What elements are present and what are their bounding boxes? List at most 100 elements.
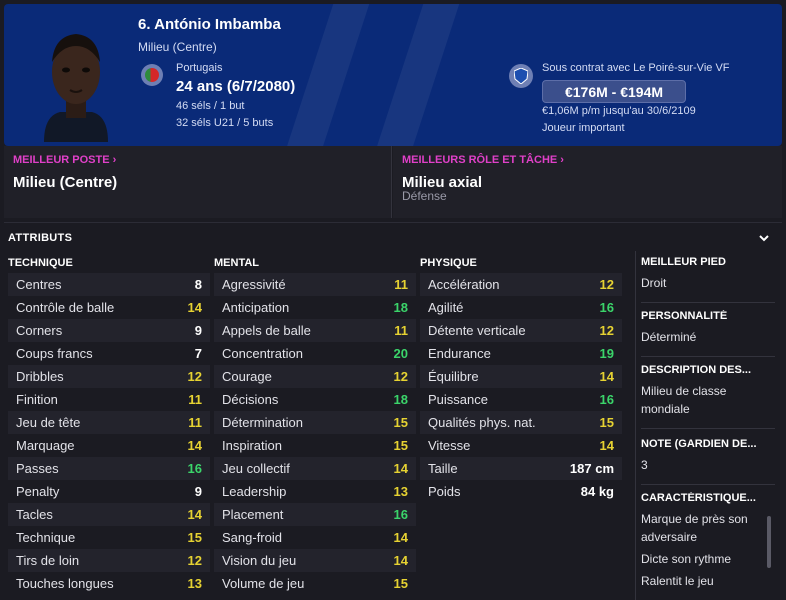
attribute-row[interactable]: Placement 16 [214, 503, 416, 526]
attribute-row[interactable]: Accélération 12 [420, 273, 622, 296]
attribute-value: 187 cm [569, 461, 614, 476]
attribute-row[interactable]: Poids 84 kg [420, 480, 622, 503]
attribute-row[interactable]: Touches longues 13 [8, 572, 210, 595]
attribute-value: 9 [194, 484, 202, 499]
attribute-row[interactable]: Qualités phys. nat. 15 [420, 411, 622, 434]
chevron-right-icon: › [560, 154, 564, 166]
attribute-row[interactable]: Inspiration 15 [214, 434, 416, 457]
attribute-label: Tirs de loin [16, 553, 80, 568]
best-role-link[interactable]: MEILLEURS RÔLE ET TÂCHE › [402, 154, 564, 166]
physical-header: PHYSIQUE [420, 257, 477, 269]
attribute-label: Jeu de tête [16, 415, 81, 430]
best-position-panel: MEILLEUR POSTE › Milieu (Centre) [4, 146, 392, 218]
attribute-value: 15 [393, 438, 408, 453]
attribute-value: 7 [194, 346, 202, 361]
attribute-row[interactable]: Contrôle de balle 14 [8, 296, 210, 319]
trait-item: Ralentit le jeu [641, 574, 714, 588]
attribute-row[interactable]: Endurance 19 [420, 342, 622, 365]
info-divider [641, 484, 775, 485]
attribute-row[interactable]: Détermination 15 [214, 411, 416, 434]
club-badge-icon[interactable] [509, 64, 533, 88]
attribute-value: 16 [187, 461, 202, 476]
attribute-label: Corners [16, 323, 63, 338]
squad-status: Joueur important [542, 122, 625, 134]
mental-header: MENTAL [214, 257, 260, 269]
attribute-row[interactable]: Courage 12 [214, 365, 416, 388]
traits-scrollbar[interactable] [767, 516, 771, 568]
transfer-value: €176M - €194M [542, 80, 686, 103]
attribute-row[interactable]: Anticipation 18 [214, 296, 416, 319]
best-role-duty: Défense [402, 189, 447, 203]
attribute-row[interactable]: Tirs de loin 12 [8, 549, 210, 572]
attribute-label: Inspiration [222, 438, 282, 453]
attribute-row[interactable]: Appels de balle 11 [214, 319, 416, 342]
player-traits-label: CARACTÉRISTIQUE... [641, 492, 756, 504]
attribute-row[interactable]: Concentration 20 [214, 342, 416, 365]
player-position: Milieu (Centre) [138, 40, 217, 54]
attribute-label: Détermination [222, 415, 303, 430]
attribute-row[interactable]: Taille 187 cm [420, 457, 622, 480]
u21-caps: 32 séls U21 / 5 buts [176, 117, 274, 129]
attribute-row[interactable]: Vitesse 14 [420, 434, 622, 457]
attribute-value: 11 [394, 323, 408, 338]
attribute-label: Équilibre [428, 369, 479, 384]
attribute-value: 9 [194, 323, 202, 338]
attribute-row[interactable]: Agilité 16 [420, 296, 622, 319]
technical-attributes: Centres 8 Contrôle de balle 14 Corners 9 Coups… [8, 273, 210, 595]
attribute-row[interactable]: Puissance 16 [420, 388, 622, 411]
attribute-row[interactable]: Passes 16 [8, 457, 210, 480]
attribute-row[interactable]: Leadership 13 [214, 480, 416, 503]
attribute-row[interactable]: Décisions 18 [214, 388, 416, 411]
trait-item: Dicte son rythme [641, 552, 732, 566]
attribute-label: Accélération [428, 277, 500, 292]
attribute-row[interactable]: Centres 8 [8, 273, 210, 296]
attribute-row[interactable]: Dribbles 12 [8, 365, 210, 388]
attribute-row[interactable]: Détente verticale 12 [420, 319, 622, 342]
attribute-row[interactable]: Technique 15 [8, 526, 210, 549]
attribute-value: 12 [187, 553, 202, 568]
attribute-value: 84 kg [580, 484, 614, 499]
attribute-row[interactable]: Tacles 14 [8, 503, 210, 526]
media-description-value: Milieu de classe mondiale [641, 384, 727, 416]
attribute-label: Finition [16, 392, 58, 407]
goalkeeper-rating: NOTE (GARDIEN DE... 3 [641, 438, 775, 474]
attribute-value: 13 [187, 576, 202, 591]
attribute-value: 14 [187, 300, 202, 315]
attribute-value: 16 [599, 300, 614, 315]
attribute-label: Vitesse [428, 438, 471, 453]
contract-club[interactable]: Sous contrat avec Le Poiré-sur-Vie VF [542, 62, 730, 74]
attribute-row[interactable]: Jeu de tête 11 [8, 411, 210, 434]
attribute-row[interactable]: Corners 9 [8, 319, 210, 342]
attribute-label: Agilité [428, 300, 464, 315]
attribute-row[interactable]: Penalty 9 [8, 480, 210, 503]
preferred-foot: MEILLEUR PIED Droit [641, 256, 775, 292]
attribute-label: Penalty [16, 484, 60, 499]
attribute-value: 12 [599, 323, 614, 338]
attribute-row[interactable]: Finition 11 [8, 388, 210, 411]
attribute-label: Jeu collectif [222, 461, 290, 476]
attribute-row[interactable]: Marquage 14 [8, 434, 210, 457]
attribute-row[interactable]: Coups francs 7 [8, 342, 210, 365]
portugal-flag-icon[interactable] [141, 64, 163, 86]
attribute-value: 12 [393, 369, 408, 384]
mental-attributes: Agressivité 11 Anticipation 18 Appels de bal… [214, 273, 416, 595]
attribute-label: Qualités phys. nat. [428, 415, 536, 430]
attribute-label: Centres [16, 277, 62, 292]
attribute-value: 14 [187, 438, 202, 453]
attribute-label: Endurance [428, 346, 491, 361]
attribute-value: 16 [393, 507, 408, 522]
attribute-row[interactable]: Équilibre 14 [420, 365, 622, 388]
goalkeeper-rating-label: NOTE (GARDIEN DE... [641, 438, 757, 450]
attribute-value: 14 [187, 507, 202, 522]
attribute-label: Sang-froid [222, 530, 282, 545]
attribute-row[interactable]: Jeu collectif 14 [214, 457, 416, 480]
info-divider [641, 356, 775, 357]
chevron-down-icon[interactable] [756, 230, 772, 246]
attribute-value: 11 [188, 415, 202, 430]
best-position-link[interactable]: MEILLEUR POSTE › [13, 154, 116, 166]
attribute-row[interactable]: Volume de jeu 15 [214, 572, 416, 595]
attribute-row[interactable]: Agressivité 11 [214, 273, 416, 296]
attribute-row[interactable]: Sang-froid 14 [214, 526, 416, 549]
attribute-row[interactable]: Vision du jeu 14 [214, 549, 416, 572]
attribute-label: Anticipation [222, 300, 290, 315]
